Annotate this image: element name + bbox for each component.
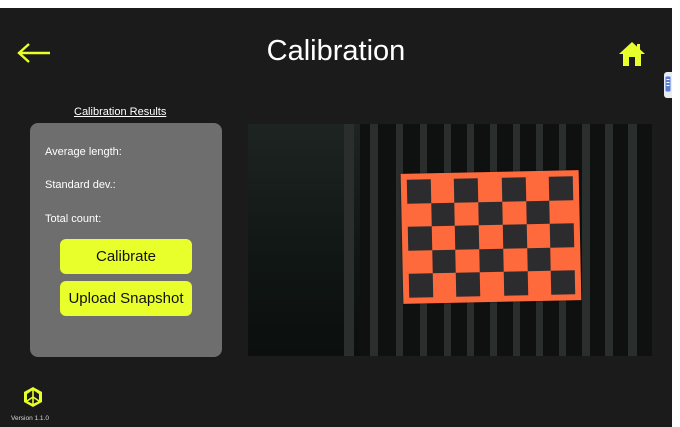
checkerboard-square bbox=[501, 177, 526, 202]
calibration-results-link[interactable]: Calibration Results bbox=[74, 106, 178, 118]
side-drawer-tab[interactable] bbox=[664, 72, 672, 98]
home-icon bbox=[619, 42, 645, 66]
checkerboard-square bbox=[503, 271, 528, 296]
checkerboard-square bbox=[478, 201, 503, 226]
home-button[interactable] bbox=[618, 40, 646, 70]
camera-stripe bbox=[370, 124, 378, 356]
document-icon bbox=[665, 76, 671, 92]
checkerboard-square bbox=[431, 249, 457, 274]
checkerboard-square bbox=[454, 178, 479, 203]
checkerboard-square bbox=[455, 225, 480, 250]
camera-feed bbox=[248, 124, 652, 356]
checkerboard-square bbox=[526, 247, 551, 272]
standard-dev-label: Standard dev.: bbox=[45, 179, 116, 191]
camera-stripe bbox=[605, 124, 613, 356]
app-screen: Calibration Calibration Results Average … bbox=[0, 8, 672, 427]
calibrate-button[interactable]: Calibrate bbox=[60, 239, 192, 274]
checkerboard-square bbox=[549, 176, 574, 201]
checkerboard-square bbox=[406, 179, 431, 204]
results-panel: Average length: Standard dev.: Total cou… bbox=[30, 123, 222, 357]
upload-snapshot-button[interactable]: Upload Snapshot bbox=[60, 281, 192, 316]
page-title: Calibration bbox=[266, 35, 406, 67]
checkerboard-grid bbox=[406, 176, 576, 298]
camera-stripe bbox=[582, 124, 590, 356]
checkerboard-square bbox=[550, 223, 575, 248]
camera-stripe bbox=[628, 124, 637, 356]
checkerboard-square bbox=[430, 202, 456, 227]
checkerboard-square bbox=[407, 226, 432, 251]
average-length-label: Average length: bbox=[45, 146, 122, 158]
checkerboard-square bbox=[408, 273, 433, 298]
checkerboard-target bbox=[400, 170, 582, 304]
checkerboard-square bbox=[456, 272, 481, 297]
checkerboard-square bbox=[479, 248, 504, 273]
checkerboard-square bbox=[525, 200, 550, 225]
total-count-label: Total count: bbox=[45, 213, 102, 225]
app-logo bbox=[22, 386, 44, 408]
checkerboard-square bbox=[551, 270, 576, 295]
app-logo-icon bbox=[24, 387, 42, 407]
version-label: Version 1.1.0 bbox=[11, 415, 49, 422]
checkerboard-square bbox=[502, 224, 527, 249]
camera-stripe bbox=[344, 124, 354, 356]
